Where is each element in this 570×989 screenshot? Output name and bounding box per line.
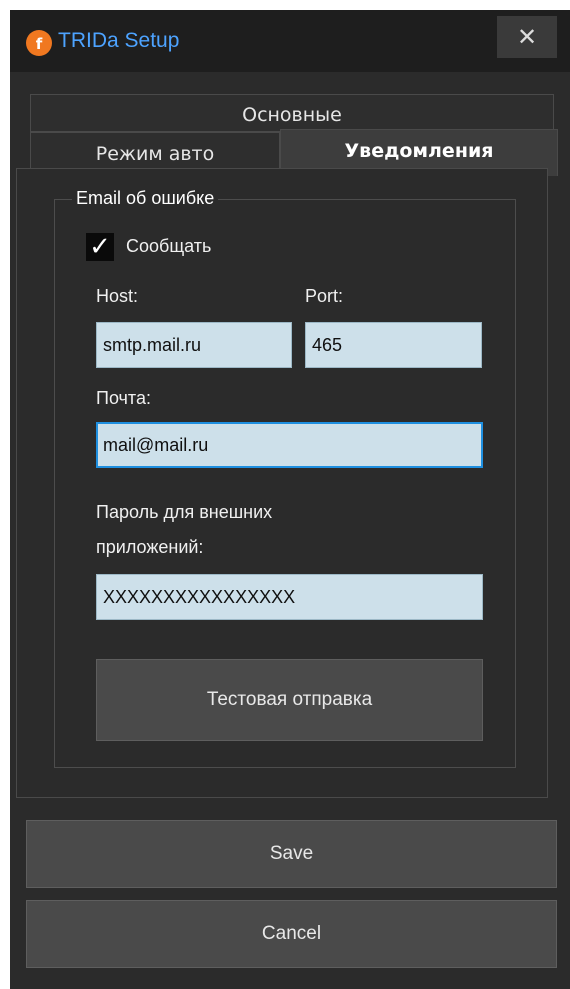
email-input[interactable]: mail@mail.ru: [96, 422, 483, 468]
close-icon: ✕: [516, 23, 538, 51]
port-input[interactable]: 465: [305, 322, 482, 368]
close-button[interactable]: ✕: [497, 16, 557, 58]
group-title: Email об ошибке: [72, 188, 219, 209]
report-checkbox[interactable]: ✓: [86, 233, 114, 261]
title-bar: f TRIDa Setup ✕: [10, 10, 570, 72]
svg-text:f: f: [36, 35, 43, 53]
test-send-button[interactable]: Тестовая отправка: [96, 659, 483, 741]
tab-osnovnye[interactable]: Основные: [30, 94, 554, 132]
cancel-button[interactable]: Cancel: [26, 900, 557, 968]
password-label-line2: приложений:: [96, 537, 204, 557]
tab-label: Основные: [242, 104, 342, 126]
password-input[interactable]: XXXXXXXXXXXXXXXX: [96, 574, 483, 620]
email-label: Почта:: [96, 388, 151, 408]
checkmark-icon: ✓: [89, 232, 111, 262]
save-button[interactable]: Save: [26, 820, 557, 888]
report-checkbox-label: Сообщать: [126, 236, 212, 256]
window-title: TRIDa Setup: [58, 29, 180, 52]
port-label: Port:: [305, 286, 344, 306]
host-label: Host:: [96, 286, 139, 306]
tab-rezhim-avto[interactable]: Режим авто: [30, 132, 280, 172]
trida-logo-icon: f: [26, 30, 52, 56]
tab-label: Режим авто: [95, 143, 215, 165]
password-label-line1: Пароль для внешних: [96, 502, 273, 522]
tab-label: Уведомления: [344, 140, 494, 162]
host-input[interactable]: smtp.mail.ru: [96, 322, 292, 368]
